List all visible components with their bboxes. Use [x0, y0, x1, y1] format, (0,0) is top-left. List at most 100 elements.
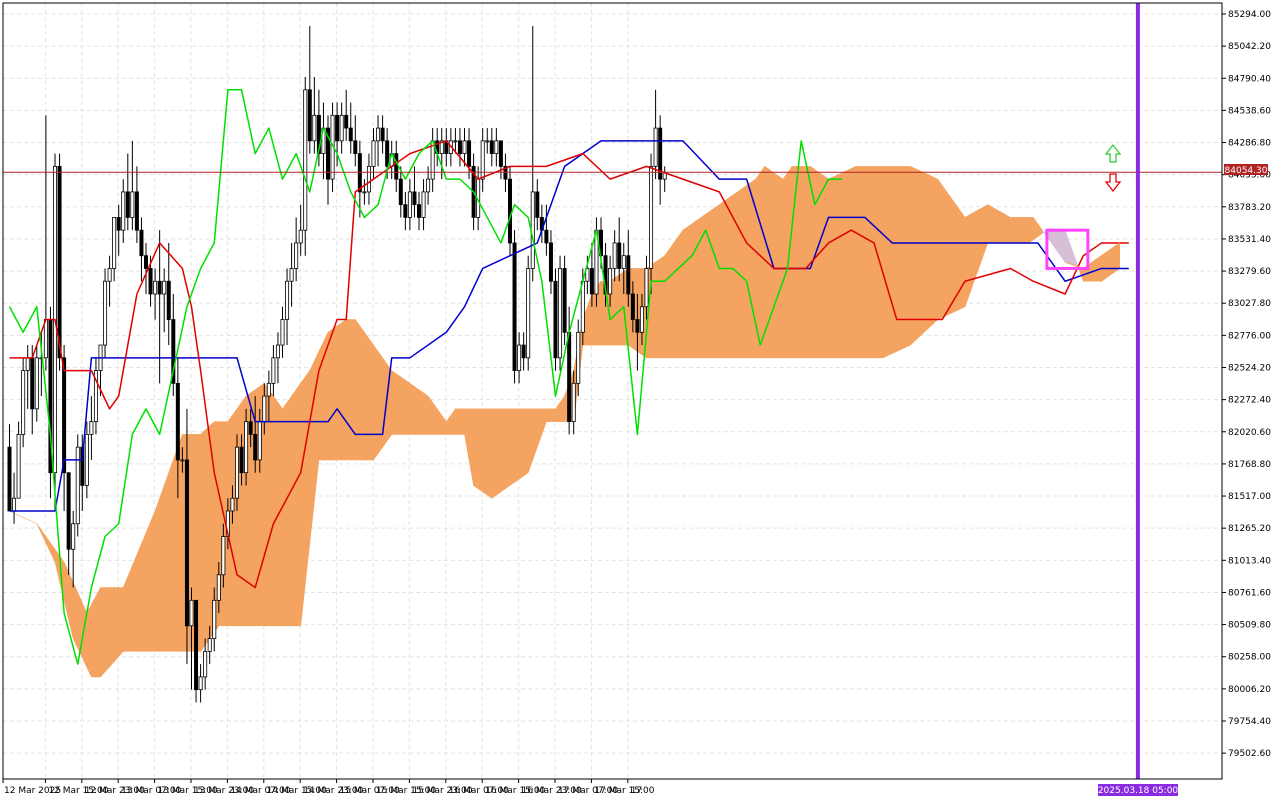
candle-bull — [480, 140, 485, 180]
candle-bull — [312, 114, 317, 142]
y-tick-label: 81768.80 — [1228, 460, 1271, 470]
cloud-bull-segment — [882, 166, 888, 359]
candle-bull — [612, 242, 617, 269]
cloud-bull-segment — [173, 447, 179, 652]
cloud-bull-segment — [104, 587, 110, 673]
candle-bear — [489, 140, 494, 155]
cloud-bull-segment — [837, 172, 843, 359]
cloud-bull-segment — [555, 401, 561, 422]
cloud-bull-segment — [860, 166, 866, 359]
y-tick-label: 81013.40 — [1228, 556, 1271, 566]
candle-bull — [621, 255, 626, 269]
y-tick-label: 85042.20 — [1228, 42, 1271, 52]
candle-bull — [203, 650, 208, 678]
cloud-bull-segment — [728, 194, 734, 359]
y-tick-label: 81517.00 — [1228, 492, 1271, 502]
candle-bull — [153, 280, 158, 295]
candle-bull — [103, 280, 108, 346]
cloud-bull-segment — [377, 350, 383, 455]
cloud-bull-segment — [932, 176, 939, 325]
cloud-bull-segment — [405, 379, 411, 435]
cloud-bull-segment — [122, 576, 129, 652]
cloud-bull-segment — [805, 166, 811, 359]
candle-bull — [21, 370, 26, 435]
candle-bull — [494, 140, 499, 155]
cloud-bull-segment — [673, 235, 679, 359]
candle-bull — [362, 191, 367, 194]
cloud-bull-segment — [359, 324, 365, 461]
y-tick-label: 85294.00 — [1228, 10, 1271, 20]
y-tick-label: 82020.60 — [1228, 428, 1271, 438]
cloud-bull-segment — [459, 408, 465, 435]
candle-bull — [571, 382, 576, 423]
cloud-bull-segment — [1001, 211, 1007, 244]
cloud-bull-segment — [468, 408, 474, 486]
overlays — [3, 3, 1222, 779]
cloud-bull-segment — [423, 392, 429, 435]
candle-bear — [507, 178, 512, 244]
cloud-bull-segment — [455, 408, 461, 435]
cloud-bull-segment — [887, 166, 893, 357]
candle-bear — [116, 217, 121, 231]
candle-bear — [498, 140, 503, 167]
candle-bear — [143, 255, 148, 269]
cloud-bull-segment — [500, 408, 506, 493]
cloud-bull-segment — [505, 408, 511, 490]
cloud-bull-segment — [100, 587, 106, 678]
cloud-bull-segment — [532, 408, 538, 461]
cloud-bull-segment — [41, 529, 47, 544]
cloud-bull-segment — [486, 408, 493, 499]
candle-bear — [394, 153, 399, 180]
candle-bull — [303, 89, 308, 231]
cloud-bull-segment — [518, 408, 524, 480]
cloud-bull-segment — [345, 319, 352, 461]
cloud-bull-segment — [559, 395, 565, 422]
candle-bear — [125, 191, 130, 218]
candle-bull — [234, 446, 239, 499]
cloud-bull-segment — [300, 376, 306, 626]
cloud-bull-segment — [509, 408, 515, 487]
candle-bear — [175, 382, 180, 461]
cloud-bull-segment — [1037, 222, 1043, 238]
cloud-bull-segment — [118, 587, 124, 658]
candle-bear — [535, 191, 540, 218]
cloud-bull-segment — [373, 344, 379, 461]
candle-bear — [30, 357, 35, 410]
candle-bear — [398, 178, 403, 206]
candle-bear — [380, 127, 385, 142]
cloud-bull-segment — [364, 331, 370, 461]
cloud-bull-segment — [723, 197, 729, 359]
ichimoku-chart[interactable]: 85294.00 85042.20 84790.40 84538.60 84286.80… — [0, 0, 1280, 800]
cloud-bull-segment — [113, 587, 119, 663]
cloud-bull-segment — [873, 166, 879, 359]
cloud-bull-segment — [923, 172, 929, 333]
candle-bull — [608, 268, 613, 295]
cloud-bull-segment — [427, 395, 433, 435]
cloud-bull-segment — [527, 408, 534, 473]
cloud-bull-segment — [273, 395, 279, 627]
y-tick-label: 82776.00 — [1228, 331, 1271, 341]
cloud-bull-segment — [445, 414, 452, 435]
candle-bear — [344, 114, 349, 129]
cloud-bull-segment — [714, 204, 720, 359]
cloud-bull-segment — [869, 166, 875, 359]
cloud-bull-segment — [978, 206, 984, 269]
cloud-bull-segment — [951, 197, 957, 314]
candle-bull — [112, 217, 117, 269]
cloud-bull-segment — [414, 385, 420, 435]
cloud-bull-segment — [27, 519, 33, 522]
cloud-bull-segment — [282, 401, 288, 627]
cloud-bull-segment — [132, 554, 138, 652]
cloud-bull-segment — [550, 408, 556, 422]
cloud-bull-segment — [91, 595, 97, 678]
cloud-bull-segment — [72, 582, 79, 649]
candle-bull — [366, 165, 371, 193]
cloud-bull-segment — [400, 376, 406, 435]
cloud-bull-segment — [682, 226, 688, 359]
cloud-bull-segment — [546, 408, 552, 422]
cloud-bull-segment — [295, 382, 302, 627]
cloud-bull-segment — [473, 408, 479, 490]
cloud-bull-segment — [846, 168, 852, 359]
candle-bear — [589, 268, 594, 295]
cloud-bull-segment — [1105, 248, 1111, 279]
